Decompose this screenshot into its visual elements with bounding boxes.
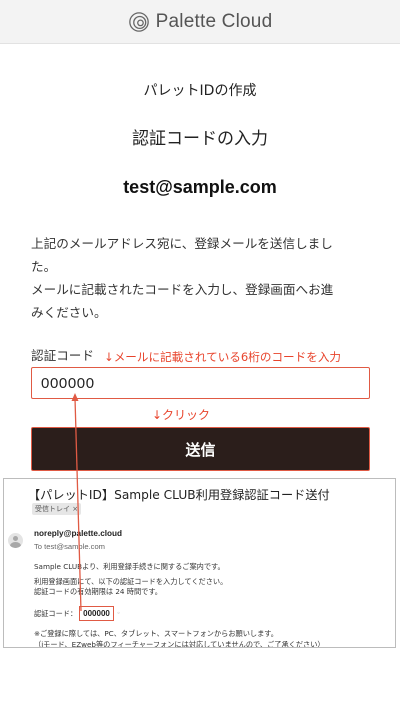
page-subtitle: 認証コードの入力 [132, 129, 268, 149]
email-body-line: Sample CLUBより、利用登録手続きに関するご案内です。 [34, 562, 225, 571]
description-text: 上記のメールアドレス宛に、登録メールを送信しまし た。 メールに記載されたコード… [31, 232, 376, 324]
email-code-row: 認証コード： 000000 ◦ [34, 606, 120, 621]
email-body-line: 認証コードの有効期限は 24 時間です。 [34, 587, 162, 596]
submit-button-label: 送信 [185, 440, 216, 459]
email-body-line: 利用登録画面にて、以下の認証コードを入力してください。 [34, 577, 228, 586]
email-recipient: To test@sample.com [34, 542, 106, 551]
email-preview: 【パレットID】Sample CLUB利用登録認証コード送付 受信トレイ × n… [3, 478, 396, 648]
sender-avatar-icon [8, 533, 23, 548]
code-label: 認証コード [31, 348, 94, 363]
click-hint-annotation: ↓クリック [152, 408, 211, 422]
verification-code-input[interactable]: 000000 [31, 367, 370, 399]
logo-text: Palette Cloud [155, 10, 273, 32]
palette-cloud-logo[interactable]: Palette Cloud [128, 11, 273, 33]
palette-logo-icon [128, 11, 149, 32]
input-hint-annotation: ↓メールに記載されている6桁のコードを入力 [104, 350, 342, 364]
email-address: test@sample.com [123, 177, 277, 197]
description-line: みください。 [31, 305, 107, 320]
inbox-tag: 受信トレイ × [32, 503, 82, 515]
email-code-tail-mark: ◦ [116, 610, 121, 617]
email-sender: noreply@palette.cloud [34, 529, 123, 538]
code-input-value: 000000 [41, 374, 95, 392]
app-header: Palette Cloud [0, 0, 400, 44]
description-line: 上記のメールアドレス宛に、登録メールを送信しまし [31, 236, 333, 251]
email-code-value: 000000 [79, 606, 114, 621]
email-footer-line: ※ご登録に際しては、PC、タブレット、スマートフォンからお願いします。 [34, 629, 278, 638]
submit-button[interactable]: 送信 [31, 427, 370, 471]
page-title: パレットIDの作成 [143, 83, 257, 99]
description-line: た。 [31, 259, 57, 274]
email-footer-line: （iモード、EZweb等のフィーチャーフォンには対応していませんので、ご了承くだ… [34, 640, 325, 648]
email-code-label: 認証コード： [34, 608, 78, 618]
description-line: メールに記載されたコードを入力し、登録画面へお進 [31, 282, 334, 297]
email-subject: 【パレットID】Sample CLUB利用登録認証コード送付 [28, 488, 330, 502]
